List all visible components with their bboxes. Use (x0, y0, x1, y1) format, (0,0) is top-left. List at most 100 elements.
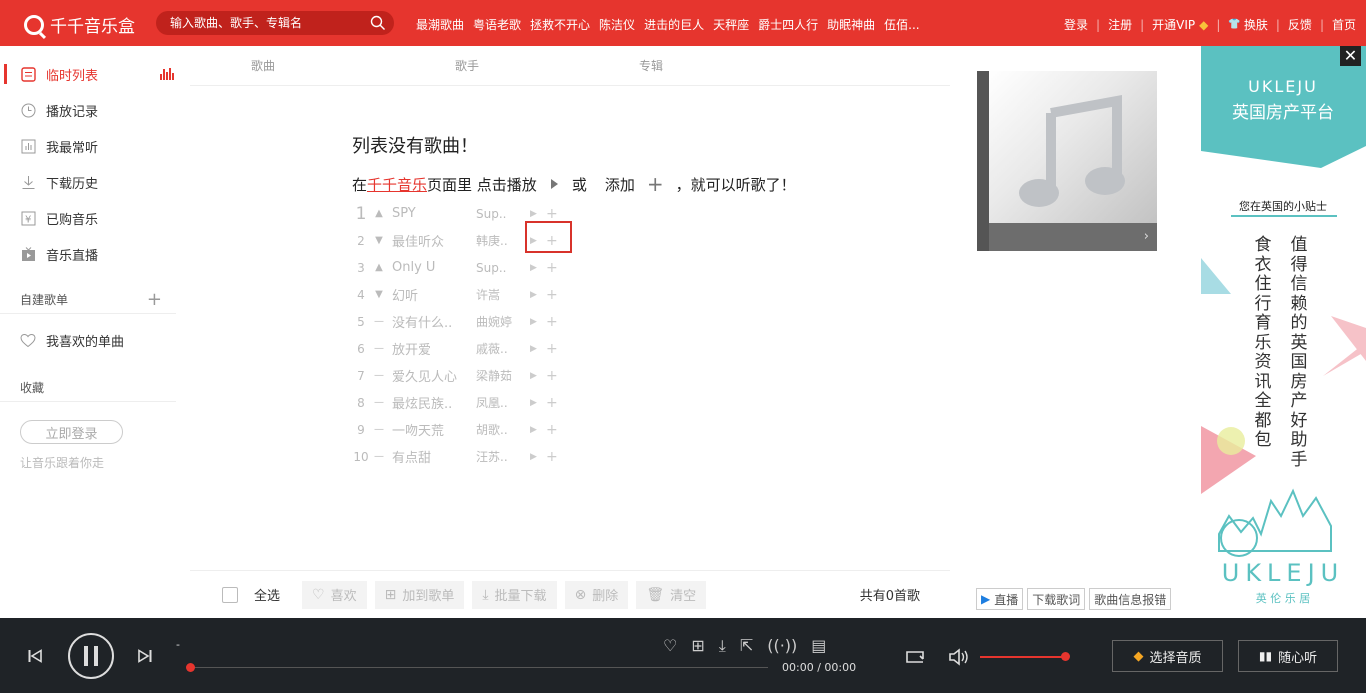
radio-button[interactable]: ▮▮ 随心听 (1238, 640, 1338, 672)
quality-button[interactable]: ◆ 选择音质 (1112, 640, 1223, 672)
list-item[interactable]: 8 — 最炫民族.. 凤凰.. ▶ + (352, 389, 558, 416)
hot-link[interactable]: 粤语老歌 (473, 16, 521, 33)
artist-name[interactable]: 汪苏.. (474, 448, 530, 465)
volume-handle[interactable] (1061, 652, 1070, 661)
song-name[interactable]: 最佳听众 (388, 231, 474, 250)
add-icon[interactable]: + (546, 449, 558, 465)
list-item[interactable]: 4 ▼ 幻听 许嵩 ▶ + (352, 281, 558, 308)
list-item[interactable]: 9 — 一吻天荒 胡歌.. ▶ + (352, 416, 558, 443)
song-name[interactable]: Only U (388, 260, 474, 275)
loop-icon[interactable] (904, 649, 926, 665)
play-icon[interactable]: ▶ (530, 209, 546, 219)
add-icon[interactable]: + (546, 206, 558, 222)
ad-banner[interactable]: UKLEJU 英国房产平台 您在英国的小贴士 UKLEJU 英 伦 乐 居 值得… (1201, 46, 1366, 606)
search-input[interactable] (156, 11, 356, 35)
download-icon[interactable]: ⤓ (719, 636, 726, 656)
add-playlist-icon[interactable]: + (147, 289, 162, 310)
song-name[interactable]: 没有什么.. (388, 312, 474, 331)
play-icon[interactable]: ▶ (530, 425, 546, 435)
play-icon[interactable]: ▶ (530, 452, 546, 462)
batch-download-button[interactable]: ⤓ 批量下载 (472, 580, 557, 609)
hot-link[interactable]: 陈洁仪 (599, 16, 635, 33)
search-icon[interactable] (370, 15, 386, 31)
add-icon[interactable]: + (546, 287, 558, 303)
qianqian-link[interactable]: 千千音乐 (367, 174, 427, 195)
hot-link[interactable]: 拯救不开心 (530, 16, 590, 33)
login-button[interactable]: 立即登录 (20, 420, 123, 444)
hot-link[interactable]: 伍佰... (884, 16, 919, 33)
add-icon[interactable]: + (546, 260, 558, 276)
list-item[interactable]: 6 — 放开爱 戚薇.. ▶ + (352, 335, 558, 362)
song-name[interactable]: 一吻天荒 (388, 420, 474, 439)
like-button[interactable]: ♡ 喜欢 (302, 580, 367, 609)
add-to-list-icon[interactable]: ⊞ (691, 636, 704, 656)
sidebar-item-frequent[interactable]: 我最常听 (0, 128, 190, 164)
list-item[interactable]: 7 — 爱久见人心 梁静茹 ▶ + (352, 362, 558, 389)
song-name[interactable]: SPY (388, 206, 474, 221)
volume-icon[interactable] (948, 648, 970, 666)
hot-link[interactable]: 进击的巨人 (644, 16, 704, 33)
hot-link[interactable]: 助眠神曲 (827, 16, 875, 33)
play-icon[interactable]: ▶ (530, 371, 546, 381)
hot-link[interactable]: 最潮歌曲 (416, 16, 464, 33)
sidebar-item-favorite[interactable]: 我喜欢的单曲 (0, 322, 190, 358)
song-name[interactable]: 最炫民族.. (388, 393, 474, 412)
clear-button[interactable]: 🗑 清空 (636, 580, 707, 609)
live-button[interactable]: ▶ 直播 (976, 588, 1024, 610)
home-link[interactable]: 首页 (1332, 16, 1356, 33)
play-icon[interactable]: ▶ (530, 344, 546, 354)
feedback-link[interactable]: 反馈 (1288, 16, 1312, 33)
sidebar-item-temp-list[interactable]: 临时列表 (0, 56, 190, 92)
heart-icon[interactable]: ♡ (663, 636, 677, 656)
sidebar-item-purchased[interactable]: ¥ 已购音乐 (0, 200, 190, 236)
progress-handle[interactable] (186, 663, 195, 672)
artist-name[interactable]: 许嵩 (474, 286, 530, 303)
cover-next-arrow[interactable]: › (989, 223, 1157, 251)
add-icon[interactable]: + (546, 368, 558, 384)
vip-link[interactable]: 开通VIP (1152, 16, 1195, 33)
hot-link[interactable]: 爵士四人行 (758, 16, 818, 33)
next-icon[interactable] (138, 649, 152, 663)
add-icon[interactable]: + (546, 314, 558, 330)
artist-name[interactable]: 曲婉婷 (474, 313, 530, 330)
play-icon[interactable]: ▶ (530, 263, 546, 273)
previous-icon[interactable] (28, 649, 42, 663)
artist-name[interactable]: 胡歌.. (474, 421, 530, 438)
sidebar-item-downloads[interactable]: 下载历史 (0, 164, 190, 200)
login-link[interactable]: 登录 (1064, 16, 1088, 33)
list-item[interactable]: 10 — 有点甜 汪苏.. ▶ + (352, 443, 558, 470)
download-lyrics-button[interactable]: 下载歌词 (1027, 588, 1086, 610)
share-icon[interactable]: ⇱ (740, 636, 753, 656)
sidebar-item-history[interactable]: 播放记录 (0, 92, 190, 128)
play-icon[interactable]: ▶ (530, 317, 546, 327)
artist-name[interactable]: 梁静茹 (474, 367, 530, 384)
add-icon[interactable]: + (546, 395, 558, 411)
delete-button[interactable]: ⊗ 删除 (564, 580, 629, 609)
volume-track[interactable] (980, 656, 1066, 658)
add-to-playlist-button[interactable]: ⊞ 加到歌单 (374, 580, 465, 609)
artist-name[interactable]: 韩庚.. (474, 232, 530, 249)
play-icon[interactable]: ▶ (530, 290, 546, 300)
close-ad-button[interactable]: ✕ (1340, 46, 1361, 66)
pause-button[interactable] (68, 633, 114, 679)
artist-name[interactable]: 戚薇.. (474, 340, 530, 357)
list-item[interactable]: 3 ▲ Only U Sup.. ▶ + (352, 254, 558, 281)
app-logo[interactable]: 千千音乐盒 (24, 12, 135, 37)
song-name[interactable]: 放开爱 (388, 339, 474, 358)
artist-name[interactable]: 凤凰.. (474, 394, 530, 411)
select-all-label[interactable]: 全选 (254, 585, 280, 604)
list-item[interactable]: 5 — 没有什么.. 曲婉婷 ▶ + (352, 308, 558, 335)
add-icon[interactable]: + (546, 422, 558, 438)
select-all-checkbox[interactable] (222, 586, 238, 603)
add-icon[interactable]: + (546, 341, 558, 357)
sound-effect-icon[interactable]: ((·)) (767, 636, 797, 656)
artist-name[interactable]: Sup.. (474, 207, 530, 221)
album-cover[interactable]: › (977, 71, 1157, 251)
sidebar-item-live[interactable]: 音乐直播 (0, 236, 190, 272)
song-name[interactable]: 有点甜 (388, 447, 474, 466)
song-name[interactable]: 爱久见人心 (388, 366, 474, 385)
song-name[interactable]: 幻听 (388, 285, 474, 304)
progress-track[interactable] (190, 667, 768, 668)
mini-mode-icon[interactable]: ▤ (811, 636, 826, 656)
skin-link[interactable]: 换肤 (1244, 16, 1268, 33)
